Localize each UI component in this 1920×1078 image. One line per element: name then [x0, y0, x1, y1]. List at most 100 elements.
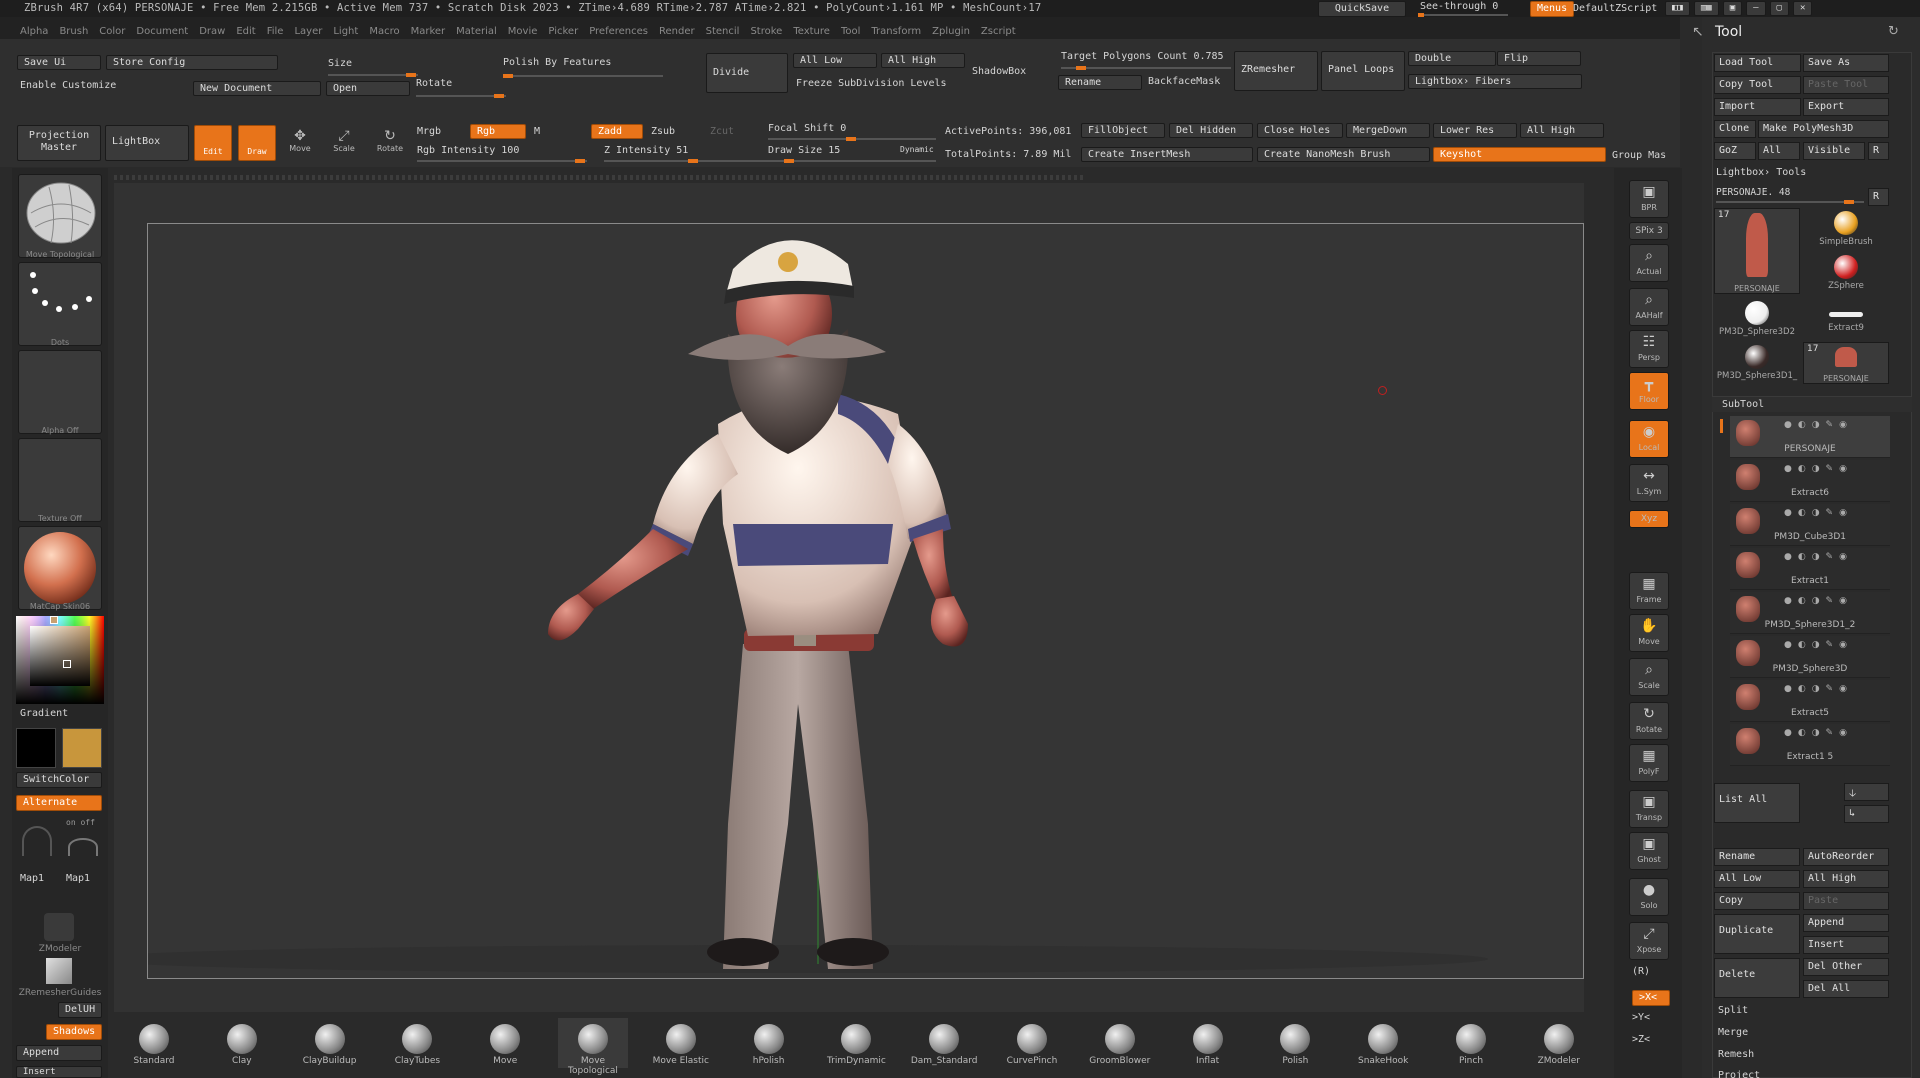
color-sv-square[interactable]	[30, 626, 90, 686]
all-low-button[interactable]: All Low	[793, 53, 877, 68]
close-holes-button[interactable]: Close Holes	[1257, 123, 1343, 138]
projection-master-button[interactable]: Projection Master	[17, 125, 101, 161]
shelf-ghost[interactable]: ▣ Ghost	[1629, 832, 1669, 870]
shelf-spix-3[interactable]: SPix 3	[1629, 222, 1669, 240]
focal-shift-track[interactable]	[768, 137, 936, 141]
texture-thumbnail[interactable]	[18, 438, 102, 522]
merge-section[interactable]: Merge	[1718, 1027, 1748, 1038]
brush-trimdynamic[interactable]: TrimDynamic	[821, 1018, 891, 1068]
r-button[interactable]: R	[1868, 142, 1889, 160]
close-icon[interactable]: ✕	[1792, 1, 1813, 16]
draw-size-track[interactable]	[768, 159, 936, 163]
menu-stencil[interactable]: Stencil	[706, 26, 740, 37]
size-track[interactable]	[328, 73, 418, 77]
brush-clay[interactable]: Clay	[207, 1018, 277, 1068]
del-other-button[interactable]: Del Other	[1803, 958, 1889, 976]
lower-res-button[interactable]: Lower Res	[1433, 123, 1517, 138]
shelf-l-sym[interactable]: ↔ L.Sym	[1629, 464, 1669, 502]
subtool-toggles-icon[interactable]: ●◐◑✎◉	[1784, 640, 1880, 650]
divide-button[interactable]: Divide	[706, 53, 788, 93]
shelf-polyf[interactable]: ▦ PolyF	[1629, 744, 1669, 782]
alpha-thumbnail[interactable]	[18, 350, 102, 434]
hue-cursor[interactable]	[50, 616, 58, 624]
personaje-slider[interactable]: PERSONAJE. 48	[1716, 187, 1790, 198]
paste-subtool-button[interactable]: Paste	[1803, 892, 1889, 910]
open-button[interactable]: Open	[326, 81, 410, 96]
all-high2-button[interactable]: All High	[1520, 123, 1604, 138]
zadd-button[interactable]: Zadd	[591, 124, 643, 139]
size-slider[interactable]: Size	[328, 58, 352, 69]
brush-zmodeler[interactable]: ZModeler	[1524, 1018, 1594, 1068]
palette-scroll-strip[interactable]	[114, 175, 1084, 180]
gradient-button[interactable]: Gradient	[20, 708, 68, 719]
save-as-button[interactable]: Save As	[1803, 54, 1889, 72]
menu-brush[interactable]: Brush	[59, 26, 88, 37]
import-button[interactable]: Import	[1714, 98, 1801, 116]
menu-macro[interactable]: Macro	[369, 26, 399, 37]
freeze-subdivision-button[interactable]: Freeze SubDivision Levels	[796, 78, 947, 89]
split-section[interactable]: Split	[1718, 1005, 1748, 1016]
personaje-knob[interactable]	[1844, 200, 1854, 204]
polish-by-features[interactable]: Polish By Features	[503, 57, 611, 68]
scale-mode-button[interactable]: ⤢ Scale	[328, 128, 360, 160]
del-hidden-button[interactable]: Del Hidden	[1169, 123, 1253, 138]
subtool-toggles-icon[interactable]: ●◐◑✎◉	[1784, 684, 1880, 694]
subtool-toggles-icon[interactable]: ●◐◑✎◉	[1784, 728, 1880, 738]
shelf-bpr[interactable]: ▣ BPR	[1629, 180, 1669, 218]
visible-button[interactable]: Visible	[1803, 142, 1865, 160]
zmodeler-brush-icon[interactable]	[44, 913, 74, 941]
append-button[interactable]: Append	[1803, 914, 1889, 932]
shelf-r[interactable]: (R)	[1632, 966, 1650, 977]
shelf-local[interactable]: ◉ Local	[1629, 420, 1669, 458]
brush-groomblower[interactable]: GroomBlower	[1085, 1018, 1155, 1068]
map1-right[interactable]: Map1	[66, 873, 90, 884]
alternate-button[interactable]: Alternate	[16, 795, 102, 811]
shelf-y1[interactable]: >Y<	[1632, 1012, 1650, 1023]
goz-button[interactable]: GoZ	[1714, 142, 1756, 160]
menu-file[interactable]: File	[267, 26, 284, 37]
create-nanomesh-button[interactable]: Create NanoMesh Brush	[1257, 147, 1430, 162]
all-low-subtool-button[interactable]: All Low	[1714, 870, 1800, 888]
target-poly-knob[interactable]	[1076, 66, 1086, 70]
project-section[interactable]: Project	[1718, 1070, 1760, 1078]
lightbox-tools-button[interactable]: Lightbox› Tools	[1716, 167, 1806, 178]
z-intensity-knob[interactable]	[688, 159, 698, 163]
menu-document[interactable]: Document	[136, 26, 188, 37]
shelf-scale[interactable]: ⌕ Scale	[1629, 658, 1669, 696]
menu-picker[interactable]: Picker	[548, 26, 578, 37]
copy-subtool-button[interactable]: Copy	[1714, 892, 1800, 910]
menu-light[interactable]: Light	[333, 26, 358, 37]
switchcolor-button[interactable]: SwitchColor	[16, 772, 102, 788]
tool-thumb-zsphere[interactable]: ZSphere	[1803, 252, 1889, 294]
duplicate-button[interactable]: Duplicate	[1714, 914, 1800, 954]
menu-material[interactable]: Material	[456, 26, 497, 37]
subtool-toggles-icon[interactable]: ●◐◑✎◉	[1784, 464, 1880, 474]
menu-texture[interactable]: Texture	[793, 26, 830, 37]
rgb-intensity-slider[interactable]: Rgb Intensity 100	[417, 145, 519, 156]
brush-curvepinch[interactable]: CurvePinch	[997, 1018, 1067, 1068]
brush-claybuildup[interactable]: ClayBuildup	[295, 1018, 365, 1068]
menu-movie[interactable]: Movie	[508, 26, 538, 37]
menu-draw[interactable]: Draw	[199, 26, 225, 37]
layout-icon[interactable]: ◧◨	[1665, 1, 1690, 16]
shelf-floor[interactable]: ┳ Floor	[1629, 372, 1669, 410]
shelf-rotate[interactable]: ↻ Rotate	[1629, 702, 1669, 740]
brush-dam-standard[interactable]: Dam_Standard	[909, 1018, 979, 1068]
rgb-button[interactable]: Rgb	[470, 124, 526, 139]
r2-button[interactable]: R	[1868, 188, 1889, 206]
clone-button[interactable]: Clone	[1714, 120, 1756, 138]
quicksave-button[interactable]: QuickSave	[1318, 1, 1406, 17]
shelf-transp[interactable]: ▣ Transp	[1629, 790, 1669, 828]
brush-thumbnail[interactable]	[18, 174, 102, 258]
subtool-toggles-icon[interactable]: ●◐◑✎◉	[1784, 420, 1880, 430]
copy-tool-button[interactable]: Copy Tool	[1714, 76, 1801, 94]
append-left-button[interactable]: Append	[16, 1045, 102, 1061]
subtool-row[interactable]: ●◐◑✎◉ PM3D_Sphere3D1_2	[1730, 592, 1890, 634]
group-mas-button[interactable]: Group Mas	[1612, 150, 1666, 161]
shelf-move[interactable]: ✋ Move	[1629, 614, 1669, 652]
menu-stroke[interactable]: Stroke	[750, 26, 782, 37]
document-canvas[interactable]	[147, 223, 1584, 979]
polish-track[interactable]	[503, 74, 663, 78]
target-poly-track[interactable]	[1061, 66, 1231, 70]
subtool-toggles-icon[interactable]: ●◐◑✎◉	[1784, 552, 1880, 562]
